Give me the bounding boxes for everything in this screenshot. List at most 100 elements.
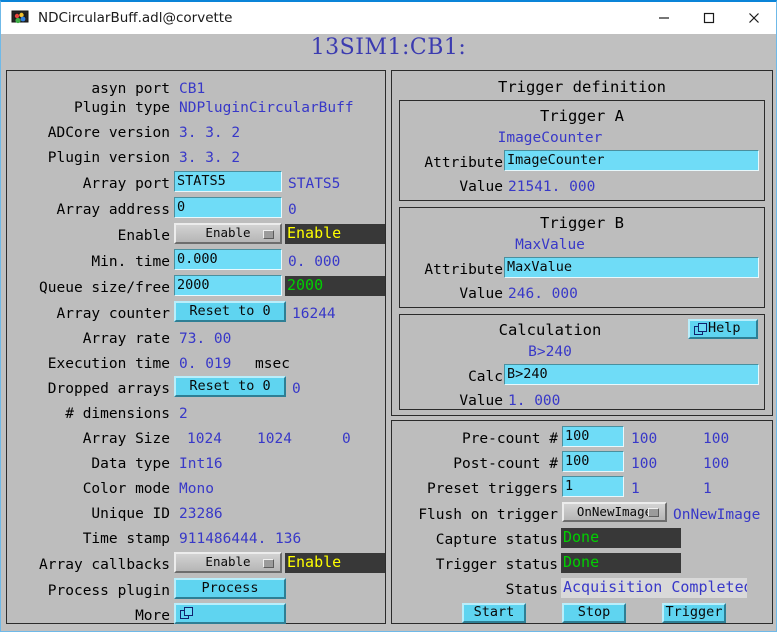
label-queue-size-free: Queue size/free (39, 280, 170, 296)
value-array-size-y: 1024 (257, 431, 292, 447)
label-color-mode: Color mode (82, 481, 170, 497)
page-title: 13SIM1:CB1: (310, 35, 467, 60)
calc-input[interactable]: B>240 (504, 364, 759, 385)
value-array-counter: 16244 (292, 306, 336, 322)
trigger-definition-panel: Trigger definition Trigger A ImageCounte… (391, 70, 773, 416)
trigger-a-attribute-input[interactable]: ImageCounter (504, 150, 759, 171)
trigger-a-title: Trigger A (540, 107, 624, 125)
trigger-a-name: ImageCounter (497, 130, 603, 146)
preset-triggers-input[interactable]: 1 (562, 476, 624, 497)
stop-button[interactable]: Stop (562, 603, 626, 623)
queue-free-status: 2000 (285, 276, 385, 296)
flush-on-trigger-dropdown-label: OnNewImage (576, 503, 653, 519)
queue-size-input[interactable]: 2000 (174, 275, 282, 296)
trigger-b-attribute-input[interactable]: MaxValue (504, 257, 759, 278)
close-icon[interactable] (731, 2, 776, 34)
window-title: NDCircularBuff.adl@corvette (38, 10, 233, 26)
trigger-a-section: Trigger A ImageCounter Attribute ImageCo… (399, 100, 765, 201)
value-calc: 1. 000 (508, 393, 561, 409)
status-message: Acquisition Completed (561, 578, 747, 598)
label-min-time: Min. time (91, 254, 170, 270)
label-trigger-b-value: Value (459, 286, 503, 302)
label-adcore-version: ADCore version (47, 125, 170, 141)
label-calc: Calc (468, 369, 503, 385)
label-trigger-a-attribute: Attribute (424, 155, 503, 171)
array-callbacks-dropdown-label: Enable (205, 554, 251, 570)
value-array-size-x: 1024 (187, 431, 222, 447)
value-num-dimensions: 2 (179, 406, 188, 422)
label-unique-id: Unique ID (91, 506, 170, 522)
label-enable: Enable (117, 228, 170, 244)
capture-status-value: Done (561, 528, 681, 548)
application-window: NDCircularBuff.adl@corvette 13SIM1:CB1: … (0, 0, 777, 632)
value-post-count: 100 (631, 456, 658, 472)
readback-pre-count: 100 (703, 431, 730, 447)
pre-count-input[interactable]: 100 (562, 426, 624, 447)
value-color-mode: Mono (179, 481, 214, 497)
array-port-input[interactable]: STATS5 (174, 171, 282, 192)
trigger-button[interactable]: Trigger (662, 603, 726, 623)
label-array-port: Array port (82, 176, 170, 192)
value-trigger-a: 21541. 000 (508, 179, 596, 195)
value-unique-id: 23286 (179, 506, 223, 522)
dropped-arrays-reset-button[interactable]: Reset to 0 (174, 376, 286, 397)
value-plugin-type: NDPluginCircularBuff (179, 100, 354, 116)
value-trigger-b: 246. 000 (508, 286, 578, 302)
label-array-rate: Array rate (82, 331, 170, 347)
process-plugin-button[interactable]: Process (174, 578, 286, 599)
array-callbacks-dropdown[interactable]: Enable (174, 552, 282, 573)
post-count-input[interactable]: 100 (562, 451, 624, 472)
label-plugin-type: Plugin type (73, 100, 170, 116)
calculation-title: Calculation (498, 321, 602, 339)
label-execution-time: Execution time (47, 356, 170, 372)
capture-control-panel: Pre-count # 100 100 100 Post-count # 100… (391, 420, 773, 624)
title-bar: NDCircularBuff.adl@corvette (0, 0, 777, 34)
min-time-input[interactable]: 0.000 (174, 249, 282, 270)
app-icon (11, 9, 29, 27)
label-data-type: Data type (91, 456, 170, 472)
calculation-help-label: Help (708, 320, 741, 337)
value-flush-on-trigger: OnNewImage (673, 507, 761, 523)
trigger-definition-title: Trigger definition (498, 78, 666, 96)
cascade-windows-icon (694, 322, 707, 336)
value-execution-time: 0. 019 (179, 356, 232, 372)
array-counter-reset-button[interactable]: Reset to 0 (174, 301, 286, 322)
label-pre-count: Pre-count # (461, 431, 558, 447)
array-callbacks-status: Enable (285, 553, 385, 573)
label-process-plugin: Process plugin (47, 583, 170, 599)
label-num-dimensions: # dimensions (65, 406, 170, 422)
trigger-b-section: Trigger B MaxValue Attribute MaxValue Va… (399, 207, 765, 308)
calculation-help-button[interactable]: Help (688, 319, 758, 339)
cascade-windows-icon (180, 607, 193, 620)
label-preset-triggers: Preset triggers (427, 481, 558, 497)
array-address-input[interactable]: 0 (174, 197, 282, 218)
readback-preset-triggers: 1 (703, 481, 712, 497)
more-button[interactable] (174, 603, 286, 624)
enable-dropdown[interactable]: Enable (174, 223, 282, 244)
trigger-b-name: MaxValue (515, 237, 585, 253)
enable-status: Enable (285, 224, 385, 244)
chevron-down-icon (648, 508, 659, 517)
maximize-icon[interactable] (686, 2, 731, 34)
minimize-icon[interactable] (641, 2, 686, 34)
value-plugin-version: 3. 3. 2 (179, 150, 241, 166)
value-array-port: STATS5 (288, 176, 341, 192)
label-asyn-port: asyn port (91, 81, 170, 97)
value-pre-count: 100 (631, 431, 658, 447)
label-more: More (135, 608, 170, 624)
start-button[interactable]: Start (462, 603, 526, 623)
value-array-size-z: 0 (342, 431, 351, 447)
flush-on-trigger-dropdown[interactable]: OnNewImage (562, 502, 667, 522)
value-dropped-arrays: 0 (292, 381, 301, 397)
label-trigger-a-value: Value (459, 179, 503, 195)
label-array-size: Array Size (82, 431, 170, 447)
label-trigger-b-attribute: Attribute (424, 262, 503, 278)
value-array-rate: 73. 00 (179, 331, 232, 347)
label-dropped-arrays: Dropped arrays (47, 381, 170, 397)
trigger-status-value: Done (561, 553, 681, 573)
main-body: asyn port CB1 Plugin type NDPluginCircul… (0, 62, 777, 632)
units-execution-time: msec (255, 356, 290, 372)
chevron-down-icon (263, 558, 274, 568)
label-status: Status (505, 582, 558, 598)
label-plugin-version: Plugin version (47, 150, 170, 166)
